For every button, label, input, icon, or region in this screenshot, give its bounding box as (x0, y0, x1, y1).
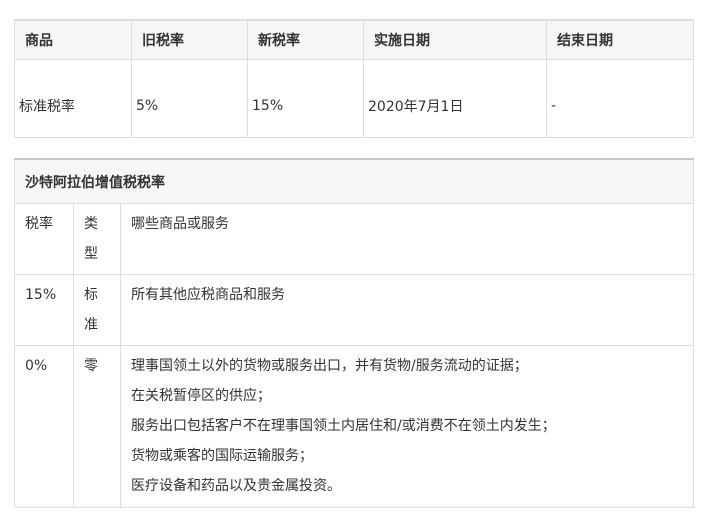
header-goods: 商品 (14, 19, 132, 60)
table-row: 标准税率 5% 15% 2020年7月1日 - (14, 59, 694, 138)
cell-desc: 所有其他应税商品和服务 (120, 274, 694, 346)
header-old-rate: 旧税率 (131, 19, 248, 60)
cell-goods: 标准税率 (14, 59, 132, 138)
cell-rate: 0% (14, 345, 74, 508)
table-header-row: 商品 旧税率 新税率 实施日期 结束日期 (14, 19, 694, 60)
saudi-vat-rates-table: 沙特阿拉伯增值税税率 税率 类型 哪些商品或服务 15% 标准 所有其他应税商品… (14, 158, 694, 508)
cell-new-rate: 15% (247, 59, 364, 138)
header-type: 类型 (73, 203, 121, 275)
header-new-rate: 新税率 (247, 19, 364, 60)
table-title: 沙特阿拉伯增值税税率 (14, 158, 694, 204)
header-desc: 哪些商品或服务 (120, 203, 694, 275)
cell-old-rate: 5% (131, 59, 248, 138)
header-rate: 税率 (14, 203, 74, 275)
table-row: 0% 零 理事国领土以外的货物或服务出口，并有货物/服务流动的证据； 在关税暂停… (14, 345, 694, 508)
header-end-date: 结束日期 (546, 19, 694, 60)
tax-rate-change-table: 商品 旧税率 新税率 实施日期 结束日期 标准税率 5% 15% 2020年7月… (14, 19, 694, 138)
cell-type: 标准 (73, 274, 121, 346)
cell-rate: 15% (14, 274, 74, 346)
table-header-row: 税率 类型 哪些商品或服务 (14, 203, 694, 275)
table-row: 15% 标准 所有其他应税商品和服务 (14, 274, 694, 346)
cell-effective-date: 2020年7月1日 (363, 59, 547, 138)
header-effective-date: 实施日期 (363, 19, 547, 60)
cell-type: 零 (73, 345, 121, 508)
cell-end-date: - (546, 59, 694, 138)
cell-desc: 理事国领土以外的货物或服务出口，并有货物/服务流动的证据； 在关税暂停区的供应；… (120, 345, 694, 508)
